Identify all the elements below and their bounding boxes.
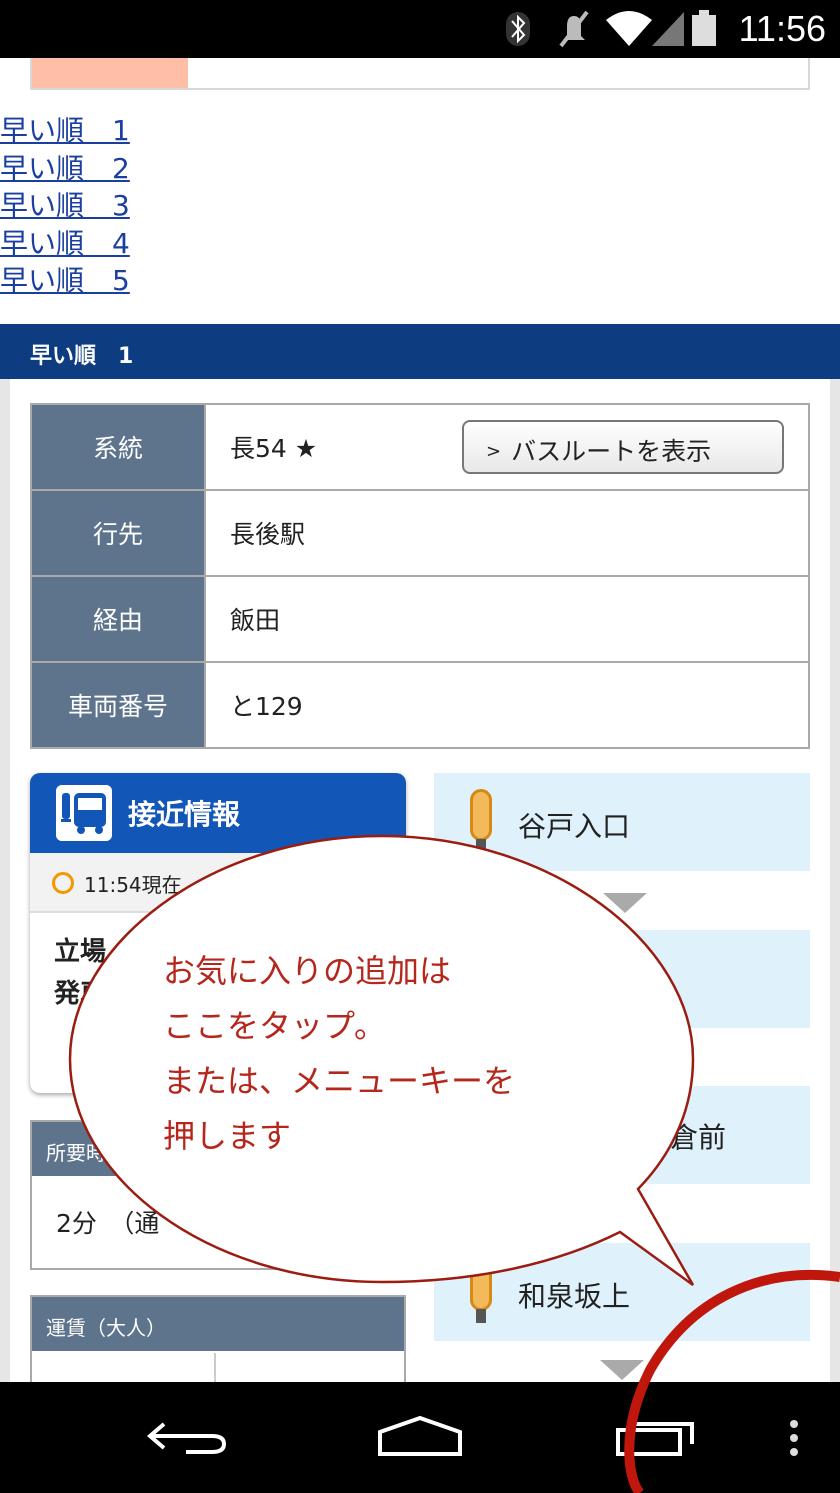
stop-item: 和泉坂上 [434,1243,810,1341]
approach-timestamp: 11:54現在 [30,853,406,913]
progress-fill [32,58,188,88]
duration-value: 2分 （通 [56,1209,160,1238]
show-bus-route-button[interactable]: > バスルートを表示 [462,420,784,474]
link-rank-5[interactable]: 早い順 5 [0,262,130,300]
link-rank-4[interactable]: 早い順 4 [0,225,130,263]
clock-time: 11:56 [738,8,826,49]
ranking-links: 早い順 1 早い順 2 早い順 3 早い順 4 早い順 5 [0,112,130,300]
approach-header: 接近情報 [30,773,406,853]
tip-line-1: お気に入りの追加は [163,952,452,990]
battery-icon [692,10,716,46]
tip-line-4: 押します [163,1117,292,1155]
tip-line-3: または、メニューキーを [163,1062,516,1100]
stop-item: 谷戸入口 [434,773,810,871]
clock-icon [52,872,74,894]
bus-stop-icon [470,789,492,841]
chevron-right-icon: > [486,441,502,462]
bus-icon [56,785,112,841]
approach-title: 接近情報 [128,798,241,831]
navigation-bar [0,1382,840,1493]
status-bar: 11:56 [0,0,840,58]
bluetooth-icon [506,12,530,46]
menu-overflow-icon[interactable] [784,1418,804,1460]
row-label-via: 経由 [30,575,206,663]
wifi-icon [606,11,652,46]
row-value-destination: 長後駅 [204,489,810,577]
progress-bar-remnant [30,58,810,90]
row-label-vehicle: 車両番号 [30,661,206,749]
approach-time-label: 11:54現在 [84,873,182,897]
row-label-destination: 行先 [30,489,206,577]
fare-header: 運賃（大人） [32,1297,404,1351]
recent-apps-icon[interactable] [614,1416,700,1458]
frame-right [830,379,840,1382]
route-button-label: バスルートを表示 [511,437,712,466]
row-label-route: 系統 [30,403,206,491]
row-value-via: 飯田 [204,575,810,663]
mute-icon [559,10,589,48]
fare-table: 運賃（大人） [30,1295,406,1385]
fare-cell [32,1353,216,1385]
back-icon[interactable] [146,1416,228,1458]
home-icon[interactable] [376,1414,464,1458]
stop-name: 倉前 [670,1121,727,1154]
row-value-vehicle: と129 [204,661,810,749]
link-rank-1[interactable]: 早い順 1 [0,112,130,150]
tip-line-2: ここをタップ。 [163,1007,387,1045]
tip-text: お気に入りの追加は ここをタップ。 または、メニューキーを 押します [163,944,515,1164]
arrow-down-icon [603,893,647,913]
stop-name: 谷戸入口 [518,810,631,843]
table-row: 経由 飯田 [30,575,810,663]
link-rank-2[interactable]: 早い順 2 [0,150,130,188]
table-row: 行先 長後駅 [30,489,810,577]
bus-stop-icon [470,1259,492,1311]
table-row: 車両番号 と129 [30,661,810,749]
arrow-down-icon [600,1360,644,1380]
stop-name: 和泉坂上 [518,1280,631,1313]
signal-icon [652,12,684,46]
section-header: 早い順 1 [0,324,840,379]
link-rank-3[interactable]: 早い順 3 [0,187,130,225]
frame-left [0,379,10,1382]
